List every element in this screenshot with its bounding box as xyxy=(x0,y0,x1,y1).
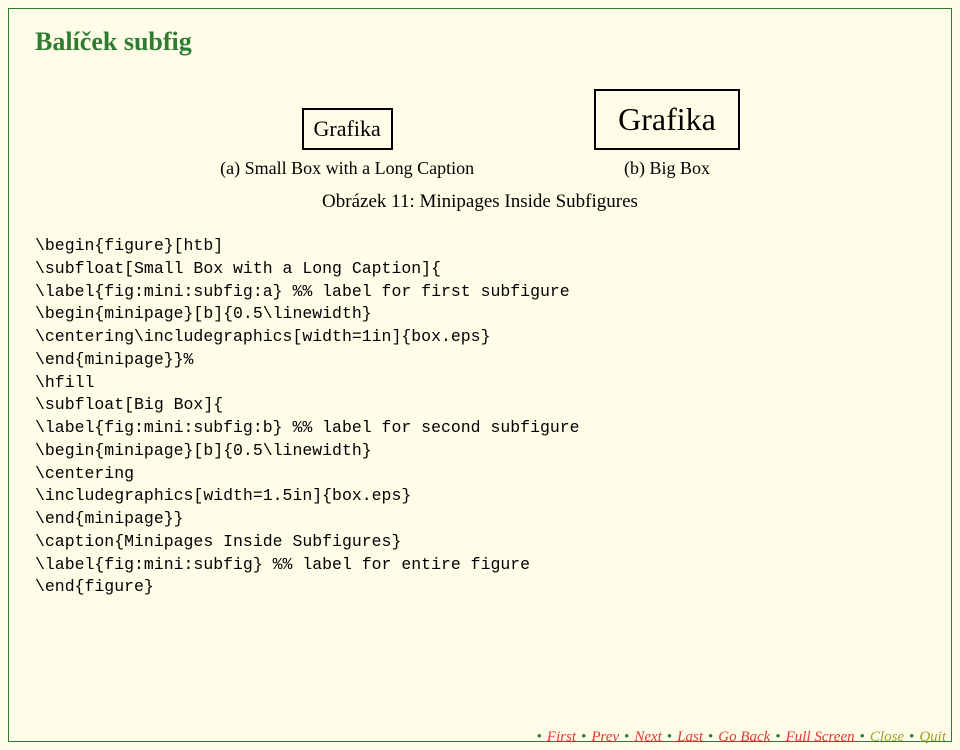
navigation-bar: • First • Prev • Next • Last • Go Back •… xyxy=(537,729,946,746)
subfigure-b-caption: (b) Big Box xyxy=(624,158,710,179)
subfigure-a: Grafika (a) Small Box with a Long Captio… xyxy=(220,108,474,179)
latex-code-block: \begin{figure}[htb] \subfloat[Small Box … xyxy=(35,235,925,599)
bullet-icon: • xyxy=(775,729,780,746)
nav-go-back[interactable]: Go Back xyxy=(718,729,770,746)
bullet-icon: • xyxy=(708,729,713,746)
nav-full-screen[interactable]: Full Screen xyxy=(786,729,855,746)
figure-main-caption: Obrázek 11: Minipages Inside Subfigures xyxy=(35,191,925,213)
page-frame: Balíček subfig Grafika (a) Small Box wit… xyxy=(8,8,952,742)
bullet-icon: • xyxy=(537,729,542,746)
subfigure-a-caption: (a) Small Box with a Long Caption xyxy=(220,158,474,179)
nav-next[interactable]: Next xyxy=(634,729,662,746)
bullet-icon: • xyxy=(667,729,672,746)
bullet-icon: • xyxy=(624,729,629,746)
nav-first[interactable]: First xyxy=(547,729,576,746)
section-title: Balíček subfig xyxy=(35,27,925,57)
bullet-icon: • xyxy=(909,729,914,746)
small-box-graphic: Grafika xyxy=(302,108,393,150)
nav-last[interactable]: Last xyxy=(677,729,703,746)
subfigure-b: Grafika (b) Big Box xyxy=(594,89,740,179)
example-figure: Grafika (a) Small Box with a Long Captio… xyxy=(35,89,925,179)
big-box-graphic: Grafika xyxy=(594,89,740,150)
nav-prev[interactable]: Prev xyxy=(591,729,619,746)
bullet-icon: • xyxy=(581,729,586,746)
bullet-icon: • xyxy=(860,729,865,746)
nav-quit[interactable]: Quit xyxy=(919,729,946,746)
nav-close[interactable]: Close xyxy=(870,729,904,746)
